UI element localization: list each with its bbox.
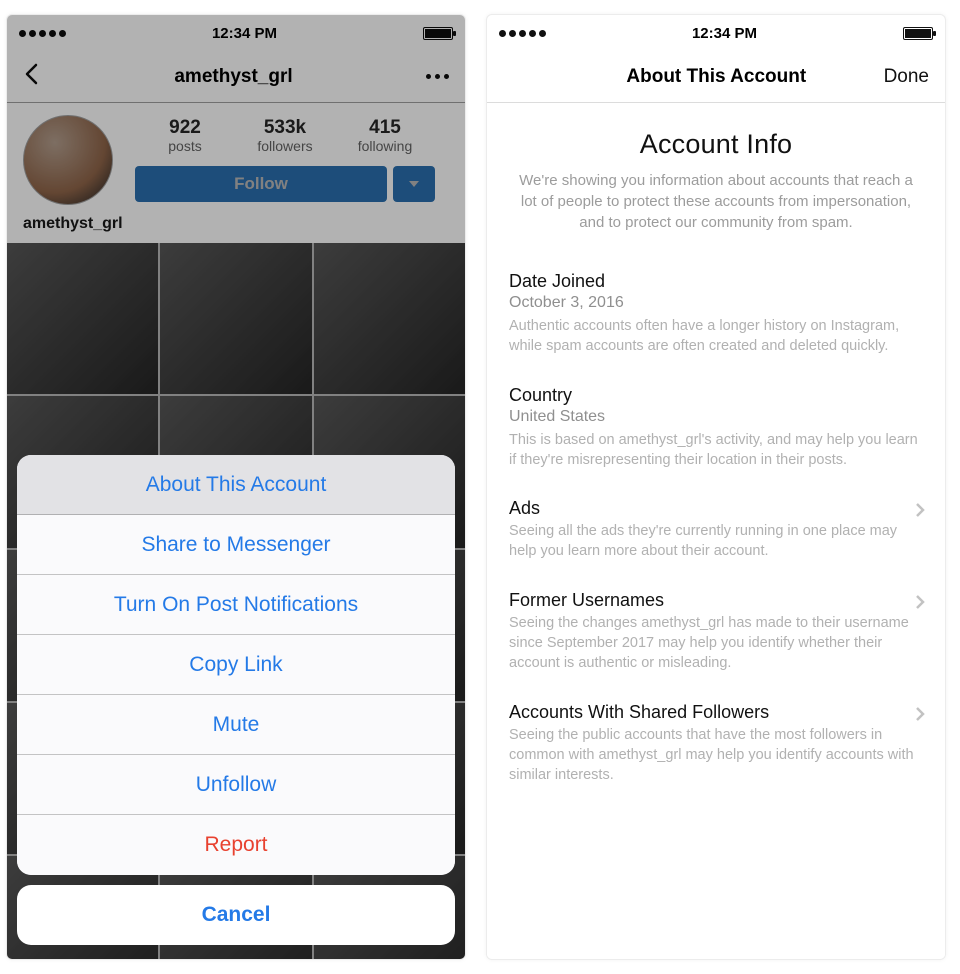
section-description: This is based on amethyst_grl's activity… [509, 430, 923, 471]
phone-profile-actionsheet: 12:34 PM amethyst_grl 922 posts [6, 14, 466, 960]
action-notifications[interactable]: Turn On Post Notifications [17, 575, 455, 635]
section-shared-followers[interactable]: Accounts With Shared FollowersSeeing the… [487, 692, 945, 804]
chevron-right-icon [915, 706, 925, 727]
navbar: About This Account Done [487, 51, 945, 103]
status-bar: 12:34 PM [487, 15, 945, 51]
section-description: Authentic accounts often have a longer h… [509, 316, 923, 357]
section-value: United States [509, 408, 923, 426]
chevron-right-icon [915, 594, 925, 615]
section-title: Former Usernames [509, 590, 923, 611]
section-title: Accounts With Shared Followers [509, 702, 923, 723]
page-title: About This Account [626, 66, 806, 88]
battery-icon [903, 27, 933, 40]
action-copy-link[interactable]: Copy Link [17, 635, 455, 695]
signal-dots-icon [499, 30, 546, 37]
status-time: 12:34 PM [692, 25, 757, 42]
section-ads[interactable]: AdsSeeing all the ads they're currently … [487, 488, 945, 580]
chevron-right-icon [915, 502, 925, 523]
section-country: Country United States This is based on ame… [487, 375, 945, 489]
section-title: Date Joined [509, 271, 923, 292]
section-title: Country [509, 385, 923, 406]
section-date-joined: Date Joined October 3, 2016 Authentic acco… [487, 261, 945, 375]
action-cancel[interactable]: Cancel [17, 885, 455, 945]
done-button[interactable]: Done [884, 66, 929, 88]
section-description: Seeing the public accounts that have the… [509, 725, 923, 786]
action-about[interactable]: About This Account [17, 455, 455, 515]
account-info-heading: Account Info [513, 129, 919, 160]
action-unfollow[interactable]: Unfollow [17, 755, 455, 815]
phone-about-account: 12:34 PM About This Account Done Account… [486, 14, 946, 960]
section-description: Seeing all the ads they're currently run… [509, 521, 923, 562]
section-value: October 3, 2016 [509, 294, 923, 312]
action-sheet: About This AccountShare to MessengerTurn… [17, 455, 455, 945]
action-report[interactable]: Report [17, 815, 455, 875]
section-description: Seeing the changes amethyst_grl has made… [509, 613, 923, 674]
section-title: Ads [509, 498, 923, 519]
action-share-messenger[interactable]: Share to Messenger [17, 515, 455, 575]
section-former-usernames[interactable]: Former UsernamesSeeing the changes ameth… [487, 580, 945, 692]
action-mute[interactable]: Mute [17, 695, 455, 755]
account-info-subtitle: We're showing you information about acco… [513, 170, 919, 233]
